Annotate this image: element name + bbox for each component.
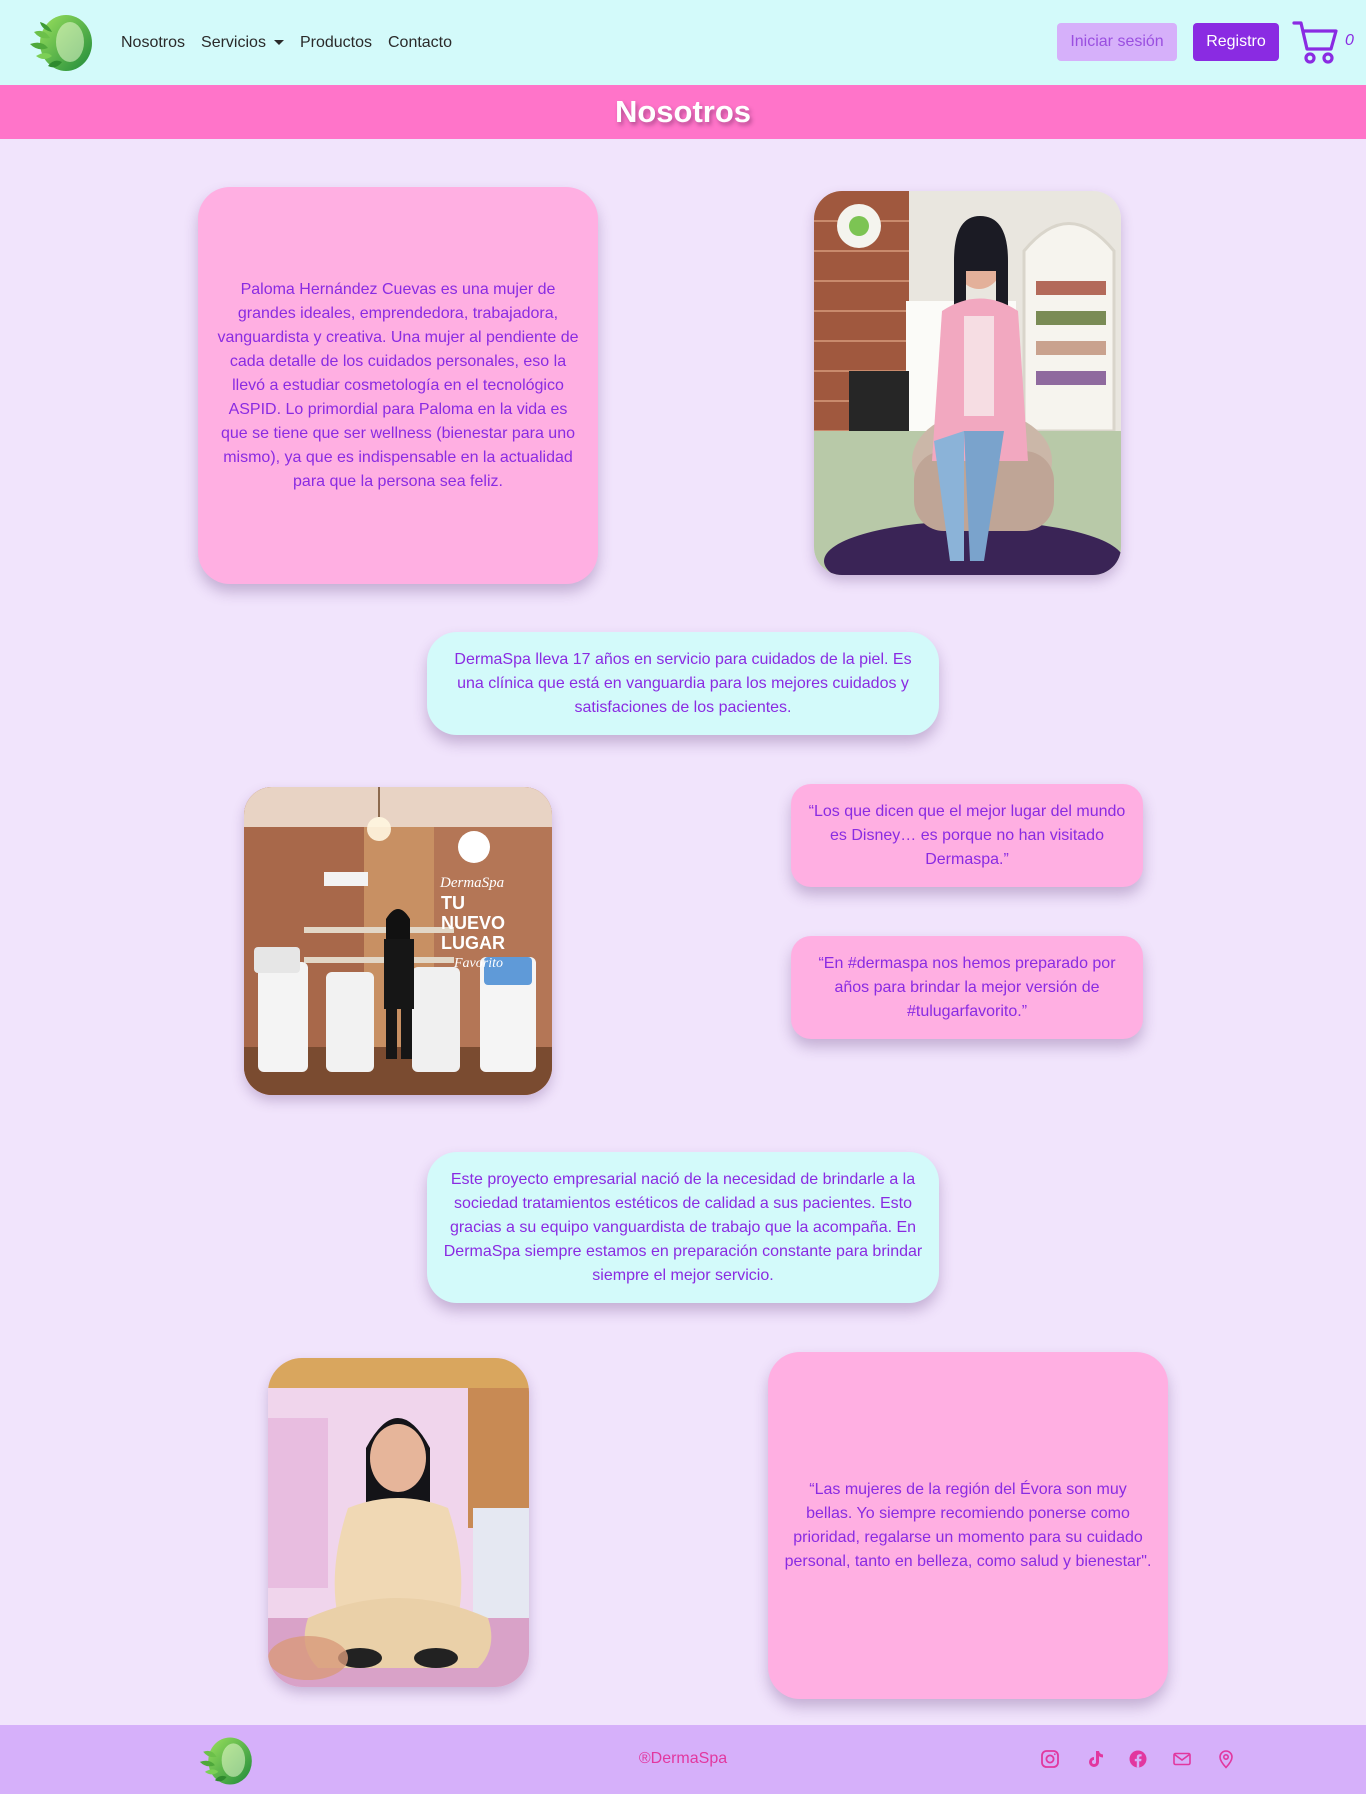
clinic-photo: DermaSpa TU NUEVO LUGAR Favorito xyxy=(244,787,552,1095)
tiktok-icon[interactable] xyxy=(1085,1749,1105,1769)
years-text: DermaSpa lleva 17 años en servicio para … xyxy=(454,650,912,716)
quote-text-1: “Los que dicen que el mejor lugar del mu… xyxy=(808,802,1126,868)
founder-photo xyxy=(814,191,1121,575)
clinic-sign-line3: LUGAR xyxy=(441,933,505,953)
cart-count: 0 xyxy=(1345,32,1354,49)
footer-copyright: ®DermaSpa xyxy=(638,1750,728,1767)
quote-text-3: “Las mujeres de la región del Évora son … xyxy=(784,1480,1152,1570)
facebook-icon[interactable] xyxy=(1128,1749,1148,1769)
leaf-logo-icon[interactable] xyxy=(26,12,94,74)
quote-card-1: “Los que dicen que el mejor lugar del mu… xyxy=(791,784,1143,887)
quote-card-3: “Las mujeres de la región del Évora son … xyxy=(768,1352,1168,1699)
instagram-icon[interactable] xyxy=(1040,1749,1060,1769)
clinic-sign-brand: DermaSpa xyxy=(439,875,504,891)
nav-link-productos[interactable]: Productos xyxy=(300,34,372,52)
page-title: Nosotros xyxy=(614,94,752,129)
email-icon[interactable] xyxy=(1172,1749,1192,1769)
portrait-photo xyxy=(268,1358,529,1687)
register-button[interactable]: Registro xyxy=(1193,23,1279,61)
quote-text-2: “En #dermaspa nos hemos preparado por añ… xyxy=(818,954,1116,1020)
bio-text: Paloma Hernández Cuevas es una mujer de … xyxy=(217,280,579,490)
navbar: Nosotros Servicios Productos Contacto In… xyxy=(0,0,1366,85)
nav-link-contacto[interactable]: Contacto xyxy=(388,34,452,52)
page-banner: Nosotros xyxy=(0,85,1366,139)
clinic-sign-line2: NUEVO xyxy=(441,913,505,933)
login-button[interactable]: Iniciar sesión xyxy=(1057,23,1177,61)
bio-card: Paloma Hernández Cuevas es una mujer de … xyxy=(198,187,598,584)
clinic-sign-line1: TU xyxy=(441,893,465,913)
caret-down-icon xyxy=(273,40,284,45)
nav-links: Nosotros Servicios Productos Contacto xyxy=(121,0,452,85)
cart-icon[interactable] xyxy=(1292,18,1340,66)
nav-link-servicios[interactable]: Servicios xyxy=(201,34,284,52)
project-card: Este proyecto empresarial nació de la ne… xyxy=(427,1152,939,1303)
project-text: Este proyecto empresarial nació de la ne… xyxy=(443,1170,923,1284)
location-icon[interactable] xyxy=(1216,1749,1236,1769)
clinic-sign-line4: Favorito xyxy=(453,956,503,971)
years-card: DermaSpa lleva 17 años en servicio para … xyxy=(427,632,939,735)
footer: ®DermaSpa xyxy=(0,1725,1366,1794)
nav-link-nosotros[interactable]: Nosotros xyxy=(121,34,185,52)
quote-card-2: “En #dermaspa nos hemos preparado por añ… xyxy=(791,936,1143,1039)
nav-link-servicios-label: Servicios xyxy=(201,33,266,51)
